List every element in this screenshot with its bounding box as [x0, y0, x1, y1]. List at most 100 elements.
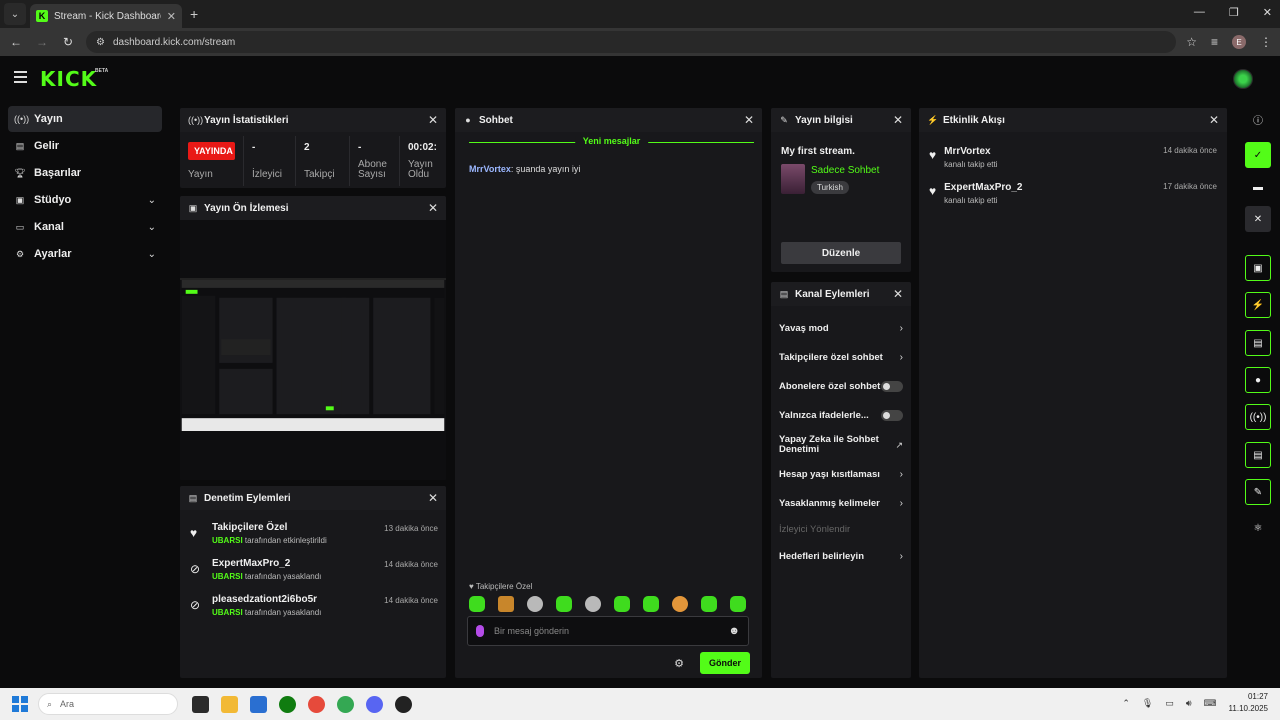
- moderator-name[interactable]: UBARSI: [212, 608, 243, 617]
- kick-logo[interactable]: KICK: [40, 67, 97, 91]
- emote-icon[interactable]: [556, 596, 572, 612]
- moderation-target[interactable]: pleasedzationt2i6bo5r: [212, 594, 376, 605]
- emote-icon[interactable]: [701, 596, 717, 612]
- profile-avatar[interactable]: E: [1232, 35, 1246, 49]
- microphone-tray-icon[interactable]: 🎙︎: [1142, 698, 1153, 709]
- sidebar-item-ayarlar[interactable]: ⚙ Ayarlar ⌄: [8, 241, 162, 267]
- display-icon[interactable]: ▭: [1165, 698, 1174, 709]
- windows-start-icon[interactable]: [12, 696, 28, 712]
- emote-icon[interactable]: [614, 596, 630, 612]
- sidebar-item-studyo[interactable]: ▣ Stüdyo ⌄: [8, 187, 162, 213]
- wrench-widget-icon[interactable]: ✎: [1245, 479, 1271, 505]
- tab-close-icon[interactable]: ✕: [167, 10, 176, 23]
- action-follower-only[interactable]: Takipçilere özel sohbet ›: [771, 343, 911, 372]
- emote-icon[interactable]: [498, 596, 514, 612]
- close-icon[interactable]: ✕: [893, 113, 903, 127]
- tab-search-chevron-icon[interactable]: ⌄: [4, 3, 26, 25]
- lightning-widget-icon[interactable]: ⚡: [1245, 292, 1271, 318]
- emoji-icon[interactable]: ☻: [728, 625, 740, 637]
- close-icon[interactable]: ✕: [428, 113, 438, 127]
- network-icon[interactable]: ⌨: [1204, 698, 1217, 709]
- taskbar-search[interactable]: ⌕ Ara: [38, 693, 178, 715]
- activity-username[interactable]: MrrVortex: [944, 146, 1155, 157]
- extensions-icon[interactable]: ⚛: [1245, 515, 1271, 541]
- sound-icon[interactable]: 🔊︎: [1186, 698, 1192, 709]
- chat-username[interactable]: MrrVortex: [469, 164, 511, 174]
- edit-button[interactable]: Düzenle: [781, 242, 901, 264]
- emote-icon[interactable]: [672, 596, 688, 612]
- moderation-widget-icon[interactable]: ▤: [1245, 330, 1271, 356]
- close-icon[interactable]: ✕: [428, 491, 438, 505]
- checkmark-icon[interactable]: ✓: [1245, 142, 1271, 168]
- moderation-target[interactable]: ExpertMaxPro_2: [212, 558, 376, 569]
- bookmark-star-icon[interactable]: ☆: [1186, 35, 1197, 49]
- store-icon[interactable]: [250, 695, 267, 713]
- media-controls-icon[interactable]: ≡: [1211, 35, 1218, 49]
- channel-widget-icon[interactable]: ▤: [1245, 442, 1271, 468]
- close-icon[interactable]: ✕: [893, 287, 903, 301]
- hamburger-menu-icon[interactable]: [14, 71, 27, 86]
- site-info-icon[interactable]: ⚙: [96, 37, 105, 48]
- emote-icon[interactable]: [527, 596, 543, 612]
- close-icon[interactable]: ✕: [744, 113, 754, 127]
- obs-icon[interactable]: [395, 695, 412, 713]
- action-label: Hesap yaşı kısıtlaması: [779, 468, 880, 480]
- category-link[interactable]: Sadece Sohbet: [811, 165, 879, 176]
- microphone-icon[interactable]: [476, 625, 484, 637]
- sidebar-item-basarilar[interactable]: 🏆︎ Başarılar: [8, 160, 162, 186]
- file-explorer-icon[interactable]: [221, 695, 238, 713]
- info-icon[interactable]: ⓘ: [1245, 106, 1271, 132]
- window-controls: — ❐ ✕: [1194, 6, 1272, 19]
- xbox-icon[interactable]: [279, 695, 296, 713]
- chat-widget-icon[interactable]: ●: [1245, 367, 1271, 393]
- action-goals[interactable]: Hedefleri belirleyin ›: [771, 542, 911, 571]
- sidebar-item-label: Ayarlar: [34, 248, 72, 260]
- user-avatar[interactable]: [1233, 69, 1253, 89]
- discord-icon[interactable]: [366, 695, 383, 713]
- moderator-name[interactable]: UBARSI: [212, 572, 243, 581]
- close-toolbar-icon[interactable]: ✕: [1245, 206, 1271, 232]
- window-close-icon[interactable]: ✕: [1263, 6, 1272, 19]
- emote-icon[interactable]: [469, 596, 485, 612]
- restore-icon[interactable]: ❐: [1229, 6, 1239, 19]
- browser-menu-icon[interactable]: ⋮: [1260, 35, 1272, 49]
- preview-icon: ▣: [188, 202, 198, 213]
- action-slow-mode[interactable]: Yavaş mod ›: [771, 314, 911, 343]
- moderation-item: ♥ Takipçilere Özel UBARSI tarafından etk…: [180, 516, 446, 552]
- task-view-icon[interactable]: [192, 695, 209, 713]
- live-widget-icon[interactable]: ((•)): [1245, 404, 1271, 430]
- clock[interactable]: 01:27 11.10.2025: [1229, 691, 1268, 715]
- sidebar-item-yayin[interactable]: ((•)) Yayın: [8, 106, 162, 132]
- preview-video[interactable]: [180, 220, 446, 480]
- browser-tab[interactable]: K Stream - Kick Dashboard ✕: [30, 4, 182, 28]
- chrome-profile-icon[interactable]: [337, 695, 354, 713]
- preview-widget-icon[interactable]: ▣: [1245, 255, 1271, 281]
- minimize-icon[interactable]: —: [1194, 6, 1205, 19]
- action-banned-words[interactable]: Yasaklanmış kelimeler ›: [771, 489, 911, 518]
- url-field[interactable]: ⚙ dashboard.kick.com/stream: [86, 31, 1177, 53]
- forward-icon[interactable]: →: [34, 35, 50, 49]
- chat-settings-gear-icon[interactable]: ⚙: [674, 657, 684, 670]
- stat-viewers: - İzleyici: [244, 136, 296, 186]
- emote-icon[interactable]: [585, 596, 601, 612]
- subscriber-only-toggle[interactable]: [881, 381, 903, 392]
- back-icon[interactable]: ←: [8, 35, 24, 49]
- new-tab-plus-icon[interactable]: +: [190, 6, 198, 22]
- close-icon[interactable]: ✕: [1209, 113, 1219, 127]
- chevron-up-icon[interactable]: ⌃: [1122, 698, 1130, 709]
- activity-username[interactable]: ExpertMaxPro_2: [944, 182, 1155, 193]
- moderator-name[interactable]: UBARSI: [212, 536, 243, 545]
- sidebar-item-gelir[interactable]: ▤ Gelir: [8, 133, 162, 159]
- layout-icon[interactable]: ▬: [1245, 174, 1271, 200]
- emote-icon[interactable]: [643, 596, 659, 612]
- reload-icon[interactable]: ↻: [60, 35, 76, 49]
- send-button[interactable]: Gönder: [699, 652, 750, 674]
- close-icon[interactable]: ✕: [428, 201, 438, 215]
- sidebar-item-kanal[interactable]: ▭ Kanal ⌄: [8, 214, 162, 240]
- emote-only-toggle[interactable]: [881, 410, 903, 421]
- action-ai-moderation[interactable]: Yapay Zeka ile Sohbet Denetimi ↗: [771, 430, 911, 460]
- emote-icon[interactable]: [730, 596, 746, 612]
- action-account-age[interactable]: Hesap yaşı kısıtlaması ›: [771, 460, 911, 489]
- chat-input[interactable]: Bir mesaj gönderin ☻: [467, 616, 749, 646]
- chrome-icon[interactable]: [308, 695, 325, 713]
